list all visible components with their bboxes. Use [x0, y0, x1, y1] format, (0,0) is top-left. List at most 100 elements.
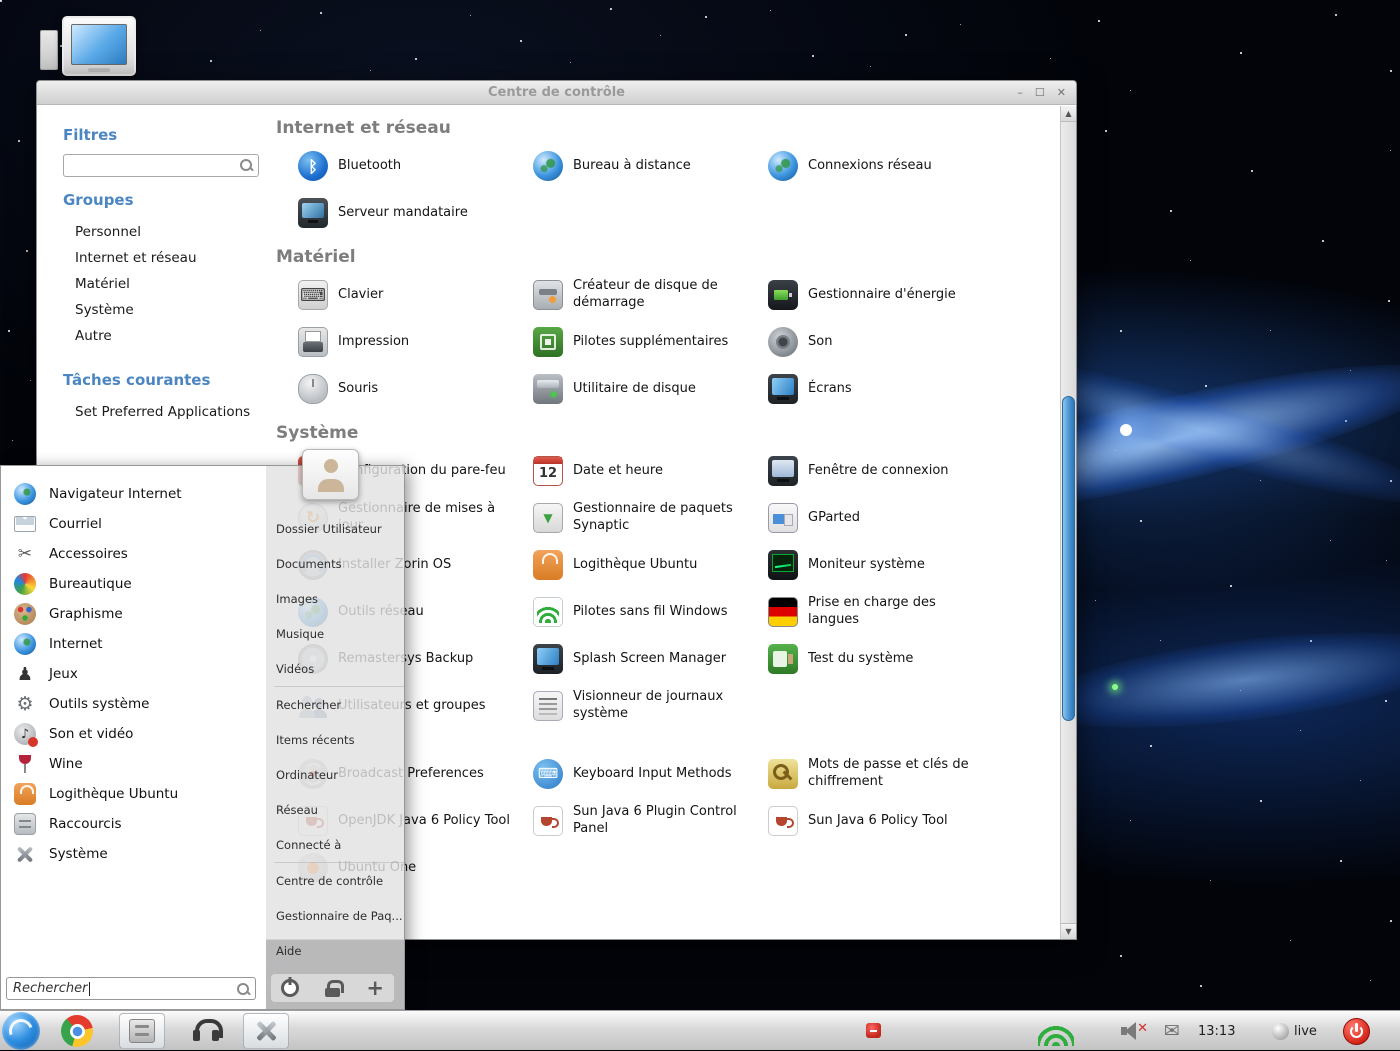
add-icon[interactable]: + [366, 979, 384, 997]
item-label: Visionneur de journaux système [573, 689, 745, 723]
control-center-item[interactable]: Écrans [768, 369, 1003, 409]
sidebar-group-item[interactable]: Personnel [63, 219, 259, 245]
control-center-item[interactable]: Souris [298, 369, 533, 409]
menu-place-item[interactable]: Documents [274, 546, 404, 581]
menu-category-item[interactable]: Graphisme [1, 599, 266, 629]
control-center-item[interactable]: Mots de passe et clés de chiffrement [768, 754, 1003, 794]
clock[interactable]: 13:13 [1198, 1011, 1235, 1051]
start-menu-button[interactable] [2, 1012, 40, 1050]
control-center-item[interactable]: Gestionnaire d'énergie [768, 275, 1003, 315]
control-center-item[interactable]: Fenêtre de connexion [768, 451, 1003, 491]
menu-category-item[interactable]: Jeux [1, 659, 266, 689]
menu-place-item[interactable]: Musique [274, 616, 404, 651]
menu-system-item[interactable]: Items récents [274, 722, 404, 757]
control-center-item[interactable]: Sun Java 6 Policy Tool [768, 801, 1003, 841]
power-button[interactable] [1343, 1018, 1370, 1045]
menu-place-item[interactable]: Vidéos [274, 651, 404, 686]
filter-search-box[interactable] [63, 154, 259, 177]
menu-category-item[interactable]: Internet [1, 629, 266, 659]
menu-category-item[interactable]: Outils système [1, 689, 266, 719]
menu-category-label: Bureautique [49, 576, 132, 592]
filter-input[interactable] [68, 156, 238, 175]
item-icon [768, 503, 798, 533]
maximize-button[interactable]: ☐ [1035, 84, 1045, 101]
menu-system-item[interactable]: Connecté à [274, 827, 404, 862]
control-center-item[interactable]: Pilotes supplémentaires [533, 322, 768, 362]
shutdown-icon[interactable] [281, 979, 299, 997]
control-center-item[interactable]: Logithèque Ubuntu [533, 545, 768, 585]
menu-system-item[interactable]: Rechercher [274, 687, 404, 722]
music-player-icon[interactable] [192, 1018, 220, 1044]
menu-category-icon [14, 663, 36, 685]
sidebar-group-item[interactable]: Internet et réseau [63, 245, 259, 271]
item-icon [533, 644, 563, 674]
menu-category-label: Jeux [49, 666, 78, 682]
mail-tray-icon[interactable] [1160, 1019, 1184, 1043]
control-center-item[interactable]: Pilotes sans fil Windows [533, 592, 768, 632]
titlebar[interactable]: Centre de contrôle – ☐ ✕ [37, 81, 1076, 105]
chrome-launcher-icon[interactable] [61, 1015, 93, 1047]
control-center-item[interactable]: Créateur de disque de démarrage [533, 275, 768, 315]
scroll-down-button[interactable]: ▼ [1061, 923, 1076, 939]
control-center-item[interactable]: Bluetooth [298, 146, 533, 186]
control-center-item[interactable]: Visionneur de journaux système [533, 686, 768, 726]
close-button[interactable]: ✕ [1057, 84, 1066, 101]
menu-category-item[interactable]: Courriel [1, 509, 266, 539]
section-grid: Bluetooth Bureau à distance Connexions r… [298, 146, 1060, 233]
control-center-item[interactable]: Serveur mandataire [298, 193, 533, 233]
file-manager-icon [129, 1019, 155, 1043]
control-center-item[interactable]: Test du système [768, 639, 1003, 679]
control-center-task-button[interactable] [243, 1013, 289, 1049]
control-center-item[interactable]: Son [768, 322, 1003, 362]
control-center-item[interactable]: Clavier [298, 275, 533, 315]
notification-tray-icon[interactable] [866, 1023, 881, 1038]
menu-category-item[interactable]: Navigateur Internet [1, 479, 266, 509]
lock-icon[interactable] [325, 980, 340, 997]
sidebar-group-item[interactable]: Système [63, 297, 259, 323]
control-center-item[interactable]: Moniteur système [768, 545, 1003, 585]
control-center-item[interactable]: Bureau à distance [533, 146, 768, 186]
menu-category-item[interactable]: Accessoires [1, 539, 266, 569]
menu-category-item[interactable]: Raccourcis [1, 809, 266, 839]
menu-category-icon [14, 693, 36, 715]
menu-category-item[interactable]: Système [1, 839, 266, 869]
user-avatar[interactable] [302, 449, 359, 500]
display-window-icon[interactable] [62, 16, 136, 76]
item-icon [768, 151, 798, 181]
menu-category-label: Internet [49, 636, 103, 652]
control-center-item[interactable]: Utilitaire de disque [533, 369, 768, 409]
item-icon [768, 456, 798, 486]
menu-category-item[interactable]: Bureautique [1, 569, 266, 599]
scrollbar[interactable]: ▲ ▼ [1060, 106, 1076, 939]
menu-action-item[interactable]: Gestionnaire de Paq... [274, 898, 404, 933]
control-center-item[interactable]: Prise en charge des langues [768, 592, 1003, 632]
control-center-item[interactable]: Gestionnaire de paquets Synaptic [533, 498, 768, 538]
control-center-item[interactable]: GParted [768, 498, 1003, 538]
control-center-item[interactable]: Splash Screen Manager [533, 639, 768, 679]
menu-search-box[interactable]: Rechercher [6, 977, 256, 1000]
sidebar-task-item[interactable]: Set Preferred Applications [63, 399, 259, 425]
control-center-item[interactable]: Impression [298, 322, 533, 362]
minimize-button[interactable]: – [1017, 84, 1023, 101]
control-center-item[interactable]: Connexions réseau [768, 146, 1003, 186]
scrollbar-thumb[interactable] [1062, 396, 1075, 721]
item-label: Créateur de disque de démarrage [573, 278, 745, 312]
menu-action-item[interactable]: Centre de contrôle [274, 863, 404, 898]
control-center-item[interactable]: Keyboard Input Methods [533, 754, 768, 794]
sidebar-group-item[interactable]: Autre [63, 323, 259, 349]
control-center-item[interactable]: Date et heure [533, 451, 768, 491]
menu-category-item[interactable]: Logithèque Ubuntu [1, 779, 266, 809]
volume-muted-icon[interactable] [1120, 1021, 1146, 1041]
file-manager-task-button[interactable] [119, 1013, 165, 1049]
menu-action-item[interactable]: Aide [274, 933, 404, 968]
menu-place-item[interactable]: Images [274, 581, 404, 616]
menu-category-item[interactable]: Wine [1, 749, 266, 779]
sidebar-group-item[interactable]: Matériel [63, 271, 259, 297]
wifi-status-icon[interactable] [1038, 1014, 1074, 1046]
menu-system-item[interactable]: Réseau [274, 792, 404, 827]
control-center-item[interactable]: Sun Java 6 Plugin Control Panel [533, 801, 768, 841]
menu-system-item[interactable]: Ordinateur [274, 757, 404, 792]
scroll-up-button[interactable]: ▲ [1061, 106, 1076, 122]
menu-category-item[interactable]: Son et vidéo [1, 719, 266, 749]
menu-place-item[interactable]: Dossier Utilisateur [274, 511, 404, 546]
